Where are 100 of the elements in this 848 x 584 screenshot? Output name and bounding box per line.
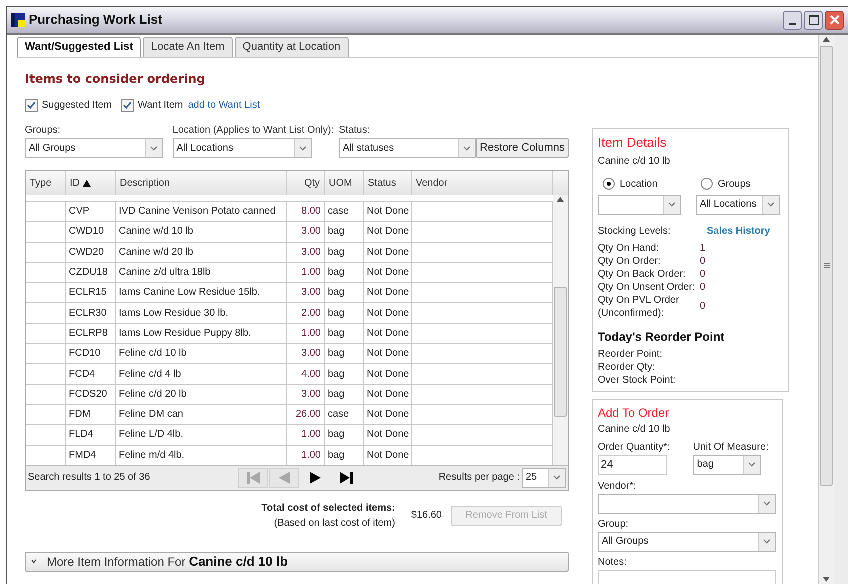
- filter-dropdown[interactable]: All Locations: [172, 138, 312, 158]
- scrollbar[interactable]: [818, 35, 834, 584]
- table-cell: 26.00: [287, 404, 325, 424]
- table-cell: 2.00: [287, 303, 325, 323]
- field-label: Vendor*:: [598, 480, 638, 494]
- radio-button[interactable]: [701, 178, 713, 190]
- radio-label: Location: [620, 178, 658, 192]
- grip-icon: [824, 263, 830, 269]
- filter-dropdown[interactable]: All Groups: [25, 138, 163, 158]
- minimize-button[interactable]: [783, 10, 802, 30]
- order-quantity-field[interactable]: 24: [598, 454, 667, 474]
- table-cell: Not Done: [364, 324, 412, 344]
- table-cell: IVD Canine Venison Potato canned: [116, 202, 287, 222]
- dropdown[interactable]: All Groups: [598, 532, 776, 552]
- scroll-down-arrow-icon[interactable]: [823, 577, 830, 582]
- table-cell: bag: [325, 222, 364, 242]
- table-cell: 3.00: [287, 283, 325, 302]
- dropdown-caret-icon: [763, 501, 771, 506]
- tab[interactable]: Want/Suggested List: [17, 37, 142, 57]
- window-title: Purchasing Work List: [29, 11, 164, 30]
- table-cell: Not Done: [364, 344, 412, 364]
- stat-label: Qty On Hand:: [598, 242, 660, 254]
- scrollbar[interactable]: [553, 195, 568, 465]
- table-cell: 1.00: [287, 425, 325, 445]
- checkbox-label: Want Item: [138, 99, 184, 113]
- dropdown[interactable]: bag: [693, 454, 762, 474]
- table-cell: 3.00: [287, 242, 325, 262]
- column-header[interactable]: ID: [66, 171, 116, 195]
- radio-button[interactable]: [603, 178, 615, 190]
- stat-label: Qty On PVL Order (Unconfirmed):: [598, 294, 680, 320]
- total-cost-amount: $16.60: [411, 509, 442, 524]
- dropdown-caret-icon: [748, 462, 756, 467]
- sales-history-link[interactable]: Sales History: [707, 224, 770, 238]
- stat-label: Qty On Unsent Order:: [598, 280, 696, 294]
- reorder-heading: Today's Reorder Point: [598, 328, 726, 346]
- panel-title: Item Details: [598, 134, 668, 152]
- table-cell: CWD10: [66, 222, 116, 242]
- table-cell: ECLRP8: [66, 324, 116, 344]
- table-cell: bag: [325, 344, 364, 364]
- dropdown-caret-icon: [767, 202, 775, 207]
- table-cell: bag: [325, 324, 364, 344]
- table-cell: bag: [325, 262, 364, 282]
- scroll-up-arrow-icon[interactable]: [557, 197, 564, 202]
- column-header[interactable]: Vendor: [412, 171, 553, 195]
- table-cell: bag: [325, 242, 364, 262]
- filter-dropdown[interactable]: All statuses: [339, 138, 476, 158]
- add-to-want-list-link[interactable]: add to Want List: [188, 98, 260, 113]
- table-cell: CVP: [66, 202, 116, 222]
- table-cell: CWD20: [66, 242, 116, 262]
- column-header[interactable]: Description: [116, 171, 287, 195]
- table-cell: FCD10: [66, 344, 116, 364]
- checkbox[interactable]: [25, 99, 38, 112]
- column-header[interactable]: Qty: [287, 171, 325, 195]
- dropdown-caret-icon: [763, 539, 771, 544]
- field-label: Group:: [598, 518, 630, 532]
- column-header[interactable]: Type: [26, 171, 66, 195]
- filter-label: Groups:: [25, 124, 61, 138]
- scroll-up-arrow-icon[interactable]: [823, 37, 830, 42]
- stat-label: Qty On Order:: [598, 254, 662, 268]
- table-cell: Canine w/d 20 lb: [116, 242, 287, 262]
- tab[interactable]: Quantity at Location: [234, 37, 349, 57]
- table-cell: Feline c/d 4 lb: [116, 364, 287, 384]
- table-cell: Feline c/d 20 lb: [116, 384, 287, 404]
- table-cell: Not Done: [364, 262, 412, 282]
- tab[interactable]: Locate An Item: [143, 37, 233, 57]
- table-cell: Canine w/d 10 lb: [116, 222, 287, 242]
- table-cell: Iams Canine Low Residue 15lb.: [116, 283, 287, 302]
- table-cell: 1.00: [287, 324, 325, 344]
- results-summary: Search results 1 to 25 of 36: [28, 471, 152, 486]
- table-cell: Iams Low Residue 30 lb.: [116, 303, 287, 323]
- stat-value: 0: [700, 300, 706, 313]
- column-header[interactable]: Status: [364, 171, 412, 195]
- app-logo-icon: [11, 13, 25, 27]
- filter-label: Status:: [339, 124, 370, 138]
- table-cell: bag: [325, 303, 364, 323]
- more-item-information-bar[interactable]: More Item Information For Canine c/d 10 lb: [25, 552, 569, 572]
- per-page-dropdown[interactable]: 25: [522, 468, 566, 488]
- checkbox[interactable]: [121, 99, 134, 112]
- table-cell: Not Done: [364, 425, 412, 445]
- table-cell: FLD4: [66, 425, 116, 445]
- scrollbar-thumb[interactable]: [820, 46, 833, 486]
- notes-field[interactable]: [598, 570, 776, 584]
- stocking-levels-label: Stocking Levels:: [598, 224, 672, 238]
- close-button[interactable]: [825, 10, 844, 30]
- expand-chevron-icon: [31, 559, 37, 564]
- column-header[interactable]: UOM: [325, 171, 364, 195]
- dropdown[interactable]: All Locations: [696, 194, 780, 214]
- reorder-field-label: Reorder Point:: [598, 348, 664, 360]
- stat-value: 0: [700, 254, 706, 268]
- total-cost-note: (Based on last cost of item): [274, 516, 396, 531]
- restore-columns-button[interactable]: Restore Columns: [476, 138, 569, 158]
- maximize-button[interactable]: [804, 10, 823, 30]
- checkbox-label: Suggested Item: [42, 99, 112, 113]
- table-cell: bag: [325, 364, 364, 384]
- table-cell: 3.00: [287, 344, 325, 364]
- table-cell: FCD4: [66, 364, 116, 384]
- table-cell: Not Done: [364, 242, 412, 262]
- stat-value: 0: [700, 268, 706, 280]
- table-cell: FDM: [66, 404, 116, 424]
- table-cell: Not Done: [364, 222, 412, 242]
